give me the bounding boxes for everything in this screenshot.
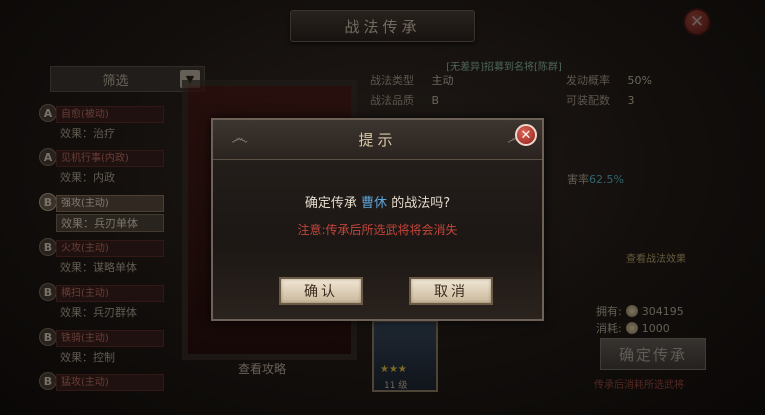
hero-name: 曹休 (361, 196, 388, 211)
cancel-button[interactable]: 取消 (409, 277, 493, 305)
dialog-title: 提示 (358, 131, 397, 149)
dialog-header: ෴ ෴ 提示 (213, 120, 542, 160)
confirm-dialog: ෴ ෴ 提示 确定传承 曹休 的战法吗? 注意:传承后所选武将将会消失 确认 取… (211, 118, 544, 321)
confirm-suffix: 的战法吗? (391, 196, 451, 211)
confirm-prefix: 确定传承 (304, 196, 357, 211)
dialog-close-icon[interactable]: ✕ (515, 124, 537, 146)
warning-message: 注意:传承后所选武将将会消失 (297, 223, 458, 237)
confirm-button[interactable]: 确认 (279, 277, 363, 305)
confirm-message: 确定传承 曹休 的战法吗? (213, 192, 542, 211)
